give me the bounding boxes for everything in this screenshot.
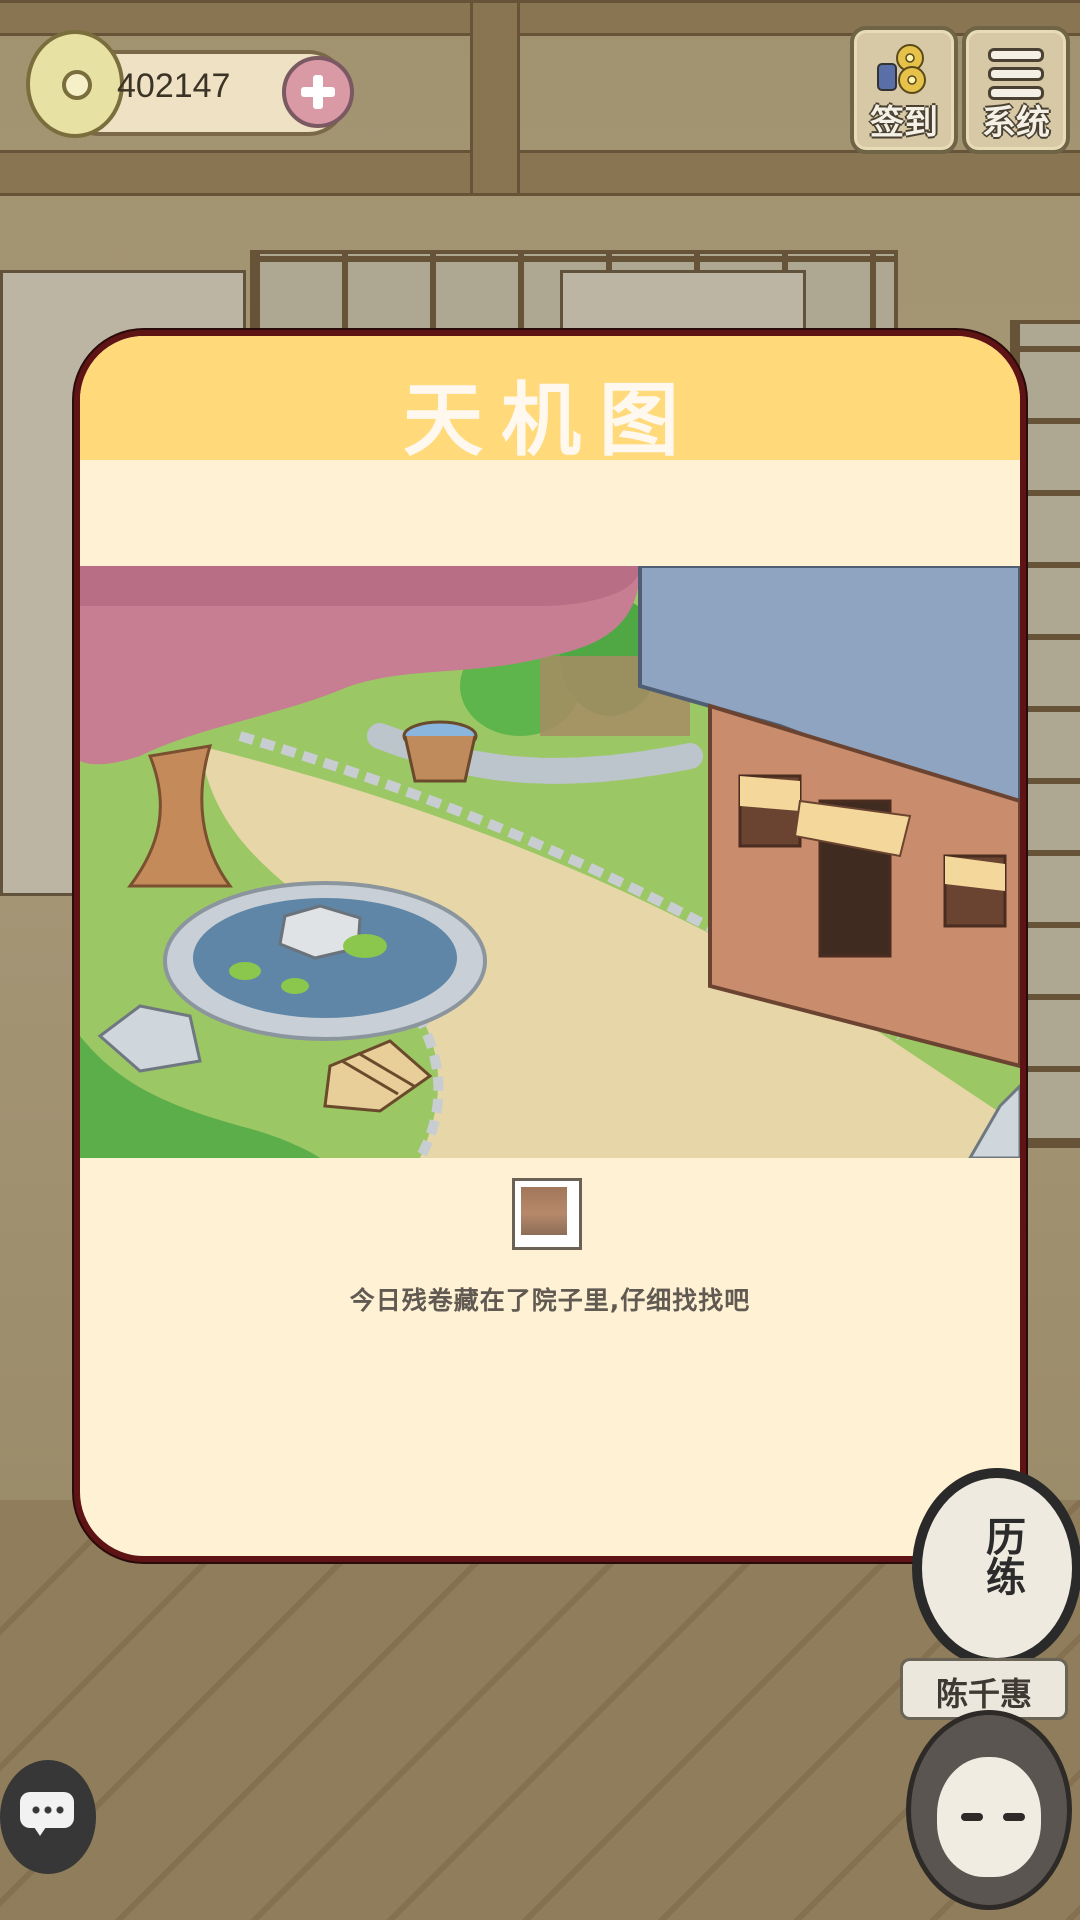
practice-button[interactable]: 历练 [912,1468,1080,1668]
avatar-left-eye [961,1813,983,1821]
coin-icon [26,30,124,138]
avatar-right-eye [1003,1813,1025,1821]
tianji-map-dialog: 天机图 今日残卷藏在了院子里,仔细找找吧 [74,330,1026,1562]
chat-button[interactable] [0,1760,96,1874]
menu-icon [988,48,1044,100]
avatar-face [937,1757,1041,1877]
signin-label: 签到 [870,103,938,143]
system-button[interactable]: 系统 [962,26,1070,154]
add-coins-button[interactable] [282,56,354,128]
dialog-title: 天机图 [403,374,697,467]
practice-label: 历练 [979,1516,1025,1596]
character-name: 陈千惠 [935,1675,1032,1713]
courtyard-scene-image[interactable] [80,566,1020,1158]
coins-icon [877,44,926,94]
scroll-fragment-slot [512,1178,582,1250]
system-label: 系统 [982,103,1050,143]
chat-dots [30,1806,66,1814]
coin-balance: 402147 [117,67,231,105]
dialog-header: 天机图 [80,336,1020,467]
signin-button[interactable]: 签到 [850,26,958,154]
dialog-hint: 今日残卷藏在了院子里,仔细找找吧 [349,1286,751,1315]
character-avatar[interactable] [906,1710,1072,1910]
